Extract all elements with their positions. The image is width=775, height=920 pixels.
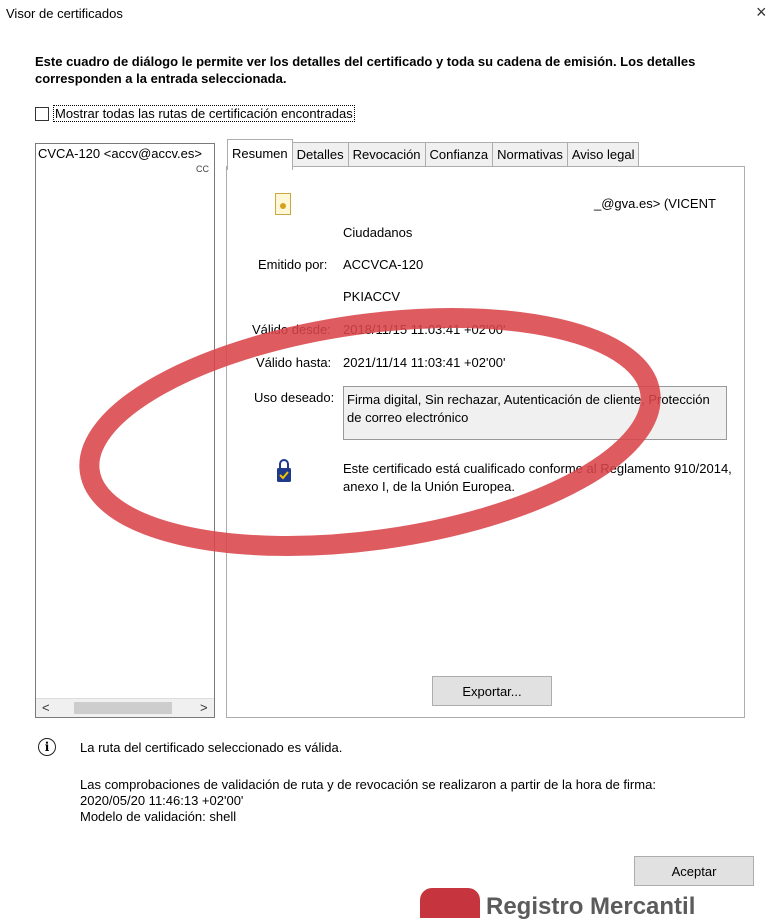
horizontal-scrollbar[interactable]: < > [36,698,214,717]
valid-to-label: Válido hasta: [256,355,332,370]
validation-time: 2020/05/20 11:46:13 +02'00' [80,793,244,808]
certificate-tree[interactable]: CVCA-120 <accv@accv.es> CC < > [35,143,215,718]
tab-normativas[interactable]: Normativas [492,142,568,167]
dialog-description: Este cuadro de diálogo le permite ver lo… [35,54,696,86]
tab-detalles[interactable]: Detalles [291,142,349,167]
qualified-note: Este certificado está cualificado confor… [343,461,732,494]
registro-logo-icon [420,888,480,918]
tree-item-root[interactable]: CVCA-120 <accv@accv.es> [38,146,202,161]
issued-by-value: ACCVCA-120 [343,257,424,272]
valid-from-value: 2018/11/15 11:03:41 +02'00' [343,322,506,337]
close-icon[interactable]: × [756,2,767,23]
scroll-left-icon[interactable]: < [42,700,50,715]
tab-revocacion[interactable]: Revocación [347,142,426,167]
summary-panel [226,166,745,718]
scroll-thumb[interactable] [74,702,172,714]
watermark-text: Registro Mercantil [486,893,696,920]
show-all-paths-checkbox[interactable] [35,106,49,121]
issuer-org: PKIACCV [343,289,401,304]
certificate-icon [275,193,291,215]
valid-to-value: 2021/11/14 11:03:41 +02'00' [343,355,506,370]
usage-label: Uso deseado: [254,390,335,405]
window-title: Visor de certificados [6,6,123,21]
show-all-paths-label[interactable]: Mostrar todas las rutas de certificación… [53,105,355,122]
export-button[interactable]: Exportar... [432,676,552,706]
validation-model: Modelo de validación: shell [80,809,237,824]
info-icon: i [38,738,56,756]
qualified-lock-icon [277,459,291,482]
tab-aviso-legal[interactable]: Aviso legal [566,142,640,167]
path-status-message: La ruta del certificado seleccionado es … [80,740,343,755]
validation-details: Las comprobaciones de validación de ruta… [80,777,740,825]
accept-button[interactable]: Aceptar [634,856,754,886]
registro-mercantil-watermark: Registro Mercantil [420,888,695,920]
tab-resumen[interactable]: Resumen [227,139,293,170]
scroll-right-icon[interactable]: > [200,700,208,715]
cert-subject: _@gva.es> (VICENT [594,196,716,211]
validation-line: Las comprobaciones de validación de ruta… [80,777,656,792]
tab-confianza[interactable]: Confianza [424,142,494,167]
usage-value: Firma digital, Sin rechazar, Autenticaci… [343,386,727,440]
tree-item-child[interactable]: CC [196,164,209,174]
cert-org-unit: Ciudadanos [343,225,413,240]
issued-by-label: Emitido por: [258,257,328,272]
valid-from-label: Válido desde: [252,322,331,337]
tab-strip: Resumen Detalles Revocación Confianza No… [227,139,640,170]
show-all-paths-row[interactable]: Mostrar todas las rutas de certificación… [35,105,355,122]
